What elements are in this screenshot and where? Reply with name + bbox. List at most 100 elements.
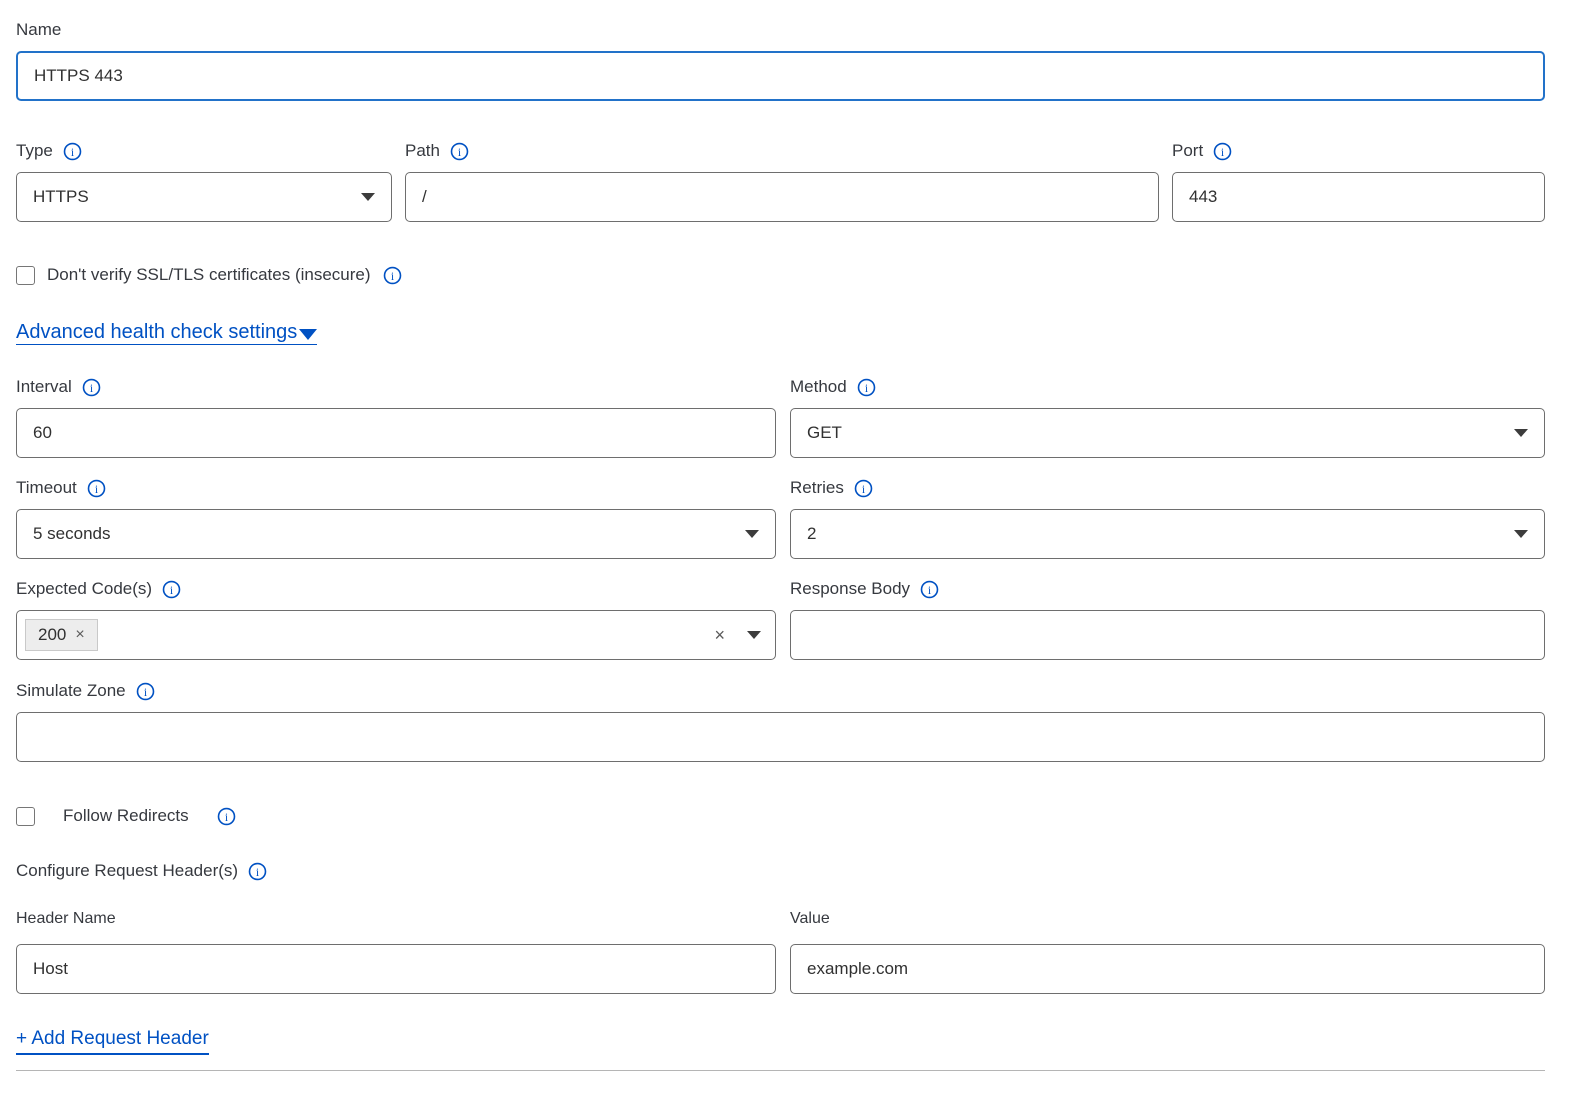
info-icon[interactable]: i <box>854 479 873 498</box>
header-name-input[interactable] <box>16 944 776 994</box>
simulate-zone-label-text: Simulate Zone <box>16 679 126 703</box>
codes-body-row: Expected Code(s) i 200 × × Response Body <box>16 577 1545 660</box>
svg-text:i: i <box>1221 144 1225 158</box>
info-icon[interactable]: i <box>136 682 155 701</box>
interval-input[interactable] <box>16 408 776 458</box>
method-select-value: GET <box>807 423 842 443</box>
port-label-text: Port <box>1172 139 1203 163</box>
path-label: Path i <box>405 139 1159 163</box>
method-field: Method i GET <box>790 375 1545 458</box>
info-icon[interactable]: i <box>450 142 469 161</box>
info-icon[interactable]: i <box>162 580 181 599</box>
follow-redirects-checkbox[interactable] <box>16 807 35 826</box>
svg-text:i: i <box>170 582 174 596</box>
chevron-down-icon <box>1514 530 1528 538</box>
health-check-form: Name Type i HTTPS Path i <box>0 0 1570 1071</box>
svg-text:i: i <box>95 481 99 495</box>
svg-text:i: i <box>143 684 147 698</box>
path-input[interactable] <box>405 172 1159 222</box>
info-icon[interactable]: i <box>248 862 267 881</box>
timeout-retries-row: Timeout i 5 seconds Retries i 2 <box>16 476 1545 559</box>
info-icon[interactable]: i <box>82 378 101 397</box>
chevron-down-icon <box>1514 429 1528 437</box>
retries-label-text: Retries <box>790 476 844 500</box>
expected-codes-label-text: Expected Code(s) <box>16 577 152 601</box>
timeout-select[interactable]: 5 seconds <box>16 509 776 559</box>
timeout-label-text: Timeout <box>16 476 77 500</box>
request-headers-section-text: Configure Request Header(s) <box>16 859 238 883</box>
request-headers-section-label: Configure Request Header(s) i <box>16 859 1545 883</box>
svg-text:i: i <box>90 380 94 394</box>
timeout-field: Timeout i 5 seconds <box>16 476 776 559</box>
type-field: Type i HTTPS <box>16 139 392 222</box>
chevron-down-icon <box>745 530 759 538</box>
interval-label: Interval i <box>16 375 776 399</box>
port-label: Port i <box>1172 139 1545 163</box>
info-icon[interactable]: i <box>217 807 236 826</box>
request-header-row: Header Name Value <box>16 907 1545 994</box>
response-body-label: Response Body i <box>790 577 1545 601</box>
svg-text:i: i <box>390 268 394 282</box>
ssl-verify-checkbox[interactable] <box>16 266 35 285</box>
code-tag: 200 × <box>25 619 98 651</box>
type-select-value: HTTPS <box>33 187 89 207</box>
advanced-settings-row: Advanced health check settings <box>16 321 1545 345</box>
remove-tag-icon[interactable]: × <box>75 626 84 644</box>
chevron-down-icon <box>299 329 317 340</box>
response-body-field: Response Body i <box>790 577 1545 660</box>
svg-text:i: i <box>862 481 866 495</box>
info-icon[interactable]: i <box>87 479 106 498</box>
advanced-settings-link[interactable]: Advanced health check settings <box>16 321 317 345</box>
type-select[interactable]: HTTPS <box>16 172 392 222</box>
retries-select-value: 2 <box>807 524 816 544</box>
ssl-verify-checkbox-row: Don't verify SSL/TLS certificates (insec… <box>16 265 1545 285</box>
path-field: Path i <box>405 139 1159 222</box>
info-icon[interactable]: i <box>857 378 876 397</box>
expected-codes-multiselect[interactable]: 200 × × <box>16 610 776 660</box>
retries-field: Retries i 2 <box>790 476 1545 559</box>
expected-codes-field: Expected Code(s) i 200 × × <box>16 577 776 660</box>
section-divider <box>16 1070 1545 1071</box>
response-body-label-text: Response Body <box>790 577 910 601</box>
svg-text:i: i <box>256 864 260 878</box>
info-icon[interactable]: i <box>920 580 939 599</box>
retries-label: Retries i <box>790 476 1545 500</box>
header-value-label-text: Value <box>790 907 830 931</box>
name-input[interactable] <box>16 51 1545 101</box>
simulate-zone-label: Simulate Zone i <box>16 679 1545 703</box>
svg-text:i: i <box>458 144 462 158</box>
follow-redirects-label: Follow Redirects <box>63 806 189 826</box>
add-request-header-link[interactable]: + Add Request Header <box>16 1028 209 1055</box>
info-icon[interactable]: i <box>63 142 82 161</box>
svg-text:i: i <box>225 809 229 823</box>
method-select[interactable]: GET <box>790 408 1545 458</box>
header-name-label-text: Header Name <box>16 907 116 931</box>
port-field: Port i <box>1172 139 1545 222</box>
header-name-label: Header Name <box>16 907 776 931</box>
name-label-text: Name <box>16 18 61 42</box>
timeout-select-value: 5 seconds <box>33 524 111 544</box>
interval-field: Interval i <box>16 375 776 458</box>
chevron-down-icon[interactable] <box>747 631 761 639</box>
path-label-text: Path <box>405 139 440 163</box>
info-icon[interactable]: i <box>383 266 402 285</box>
timeout-label: Timeout i <box>16 476 776 500</box>
add-request-header-row: + Add Request Header <box>16 1028 1545 1055</box>
type-label: Type i <box>16 139 392 163</box>
name-field: Name <box>16 18 1545 101</box>
interval-method-row: Interval i Method i GET <box>16 375 1545 458</box>
info-icon[interactable]: i <box>1213 142 1232 161</box>
type-label-text: Type <box>16 139 53 163</box>
type-path-port-row: Type i HTTPS Path i Port <box>16 139 1545 222</box>
simulate-zone-input[interactable] <box>16 712 1545 762</box>
response-body-input[interactable] <box>790 610 1545 660</box>
clear-all-icon[interactable]: × <box>714 625 725 646</box>
method-label-text: Method <box>790 375 847 399</box>
header-value-input[interactable] <box>790 944 1545 994</box>
header-value-field: Value <box>790 907 1545 994</box>
header-name-field: Header Name <box>16 907 776 994</box>
port-input[interactable] <box>1172 172 1545 222</box>
retries-select[interactable]: 2 <box>790 509 1545 559</box>
name-label: Name <box>16 18 1545 42</box>
header-value-label: Value <box>790 907 1545 931</box>
